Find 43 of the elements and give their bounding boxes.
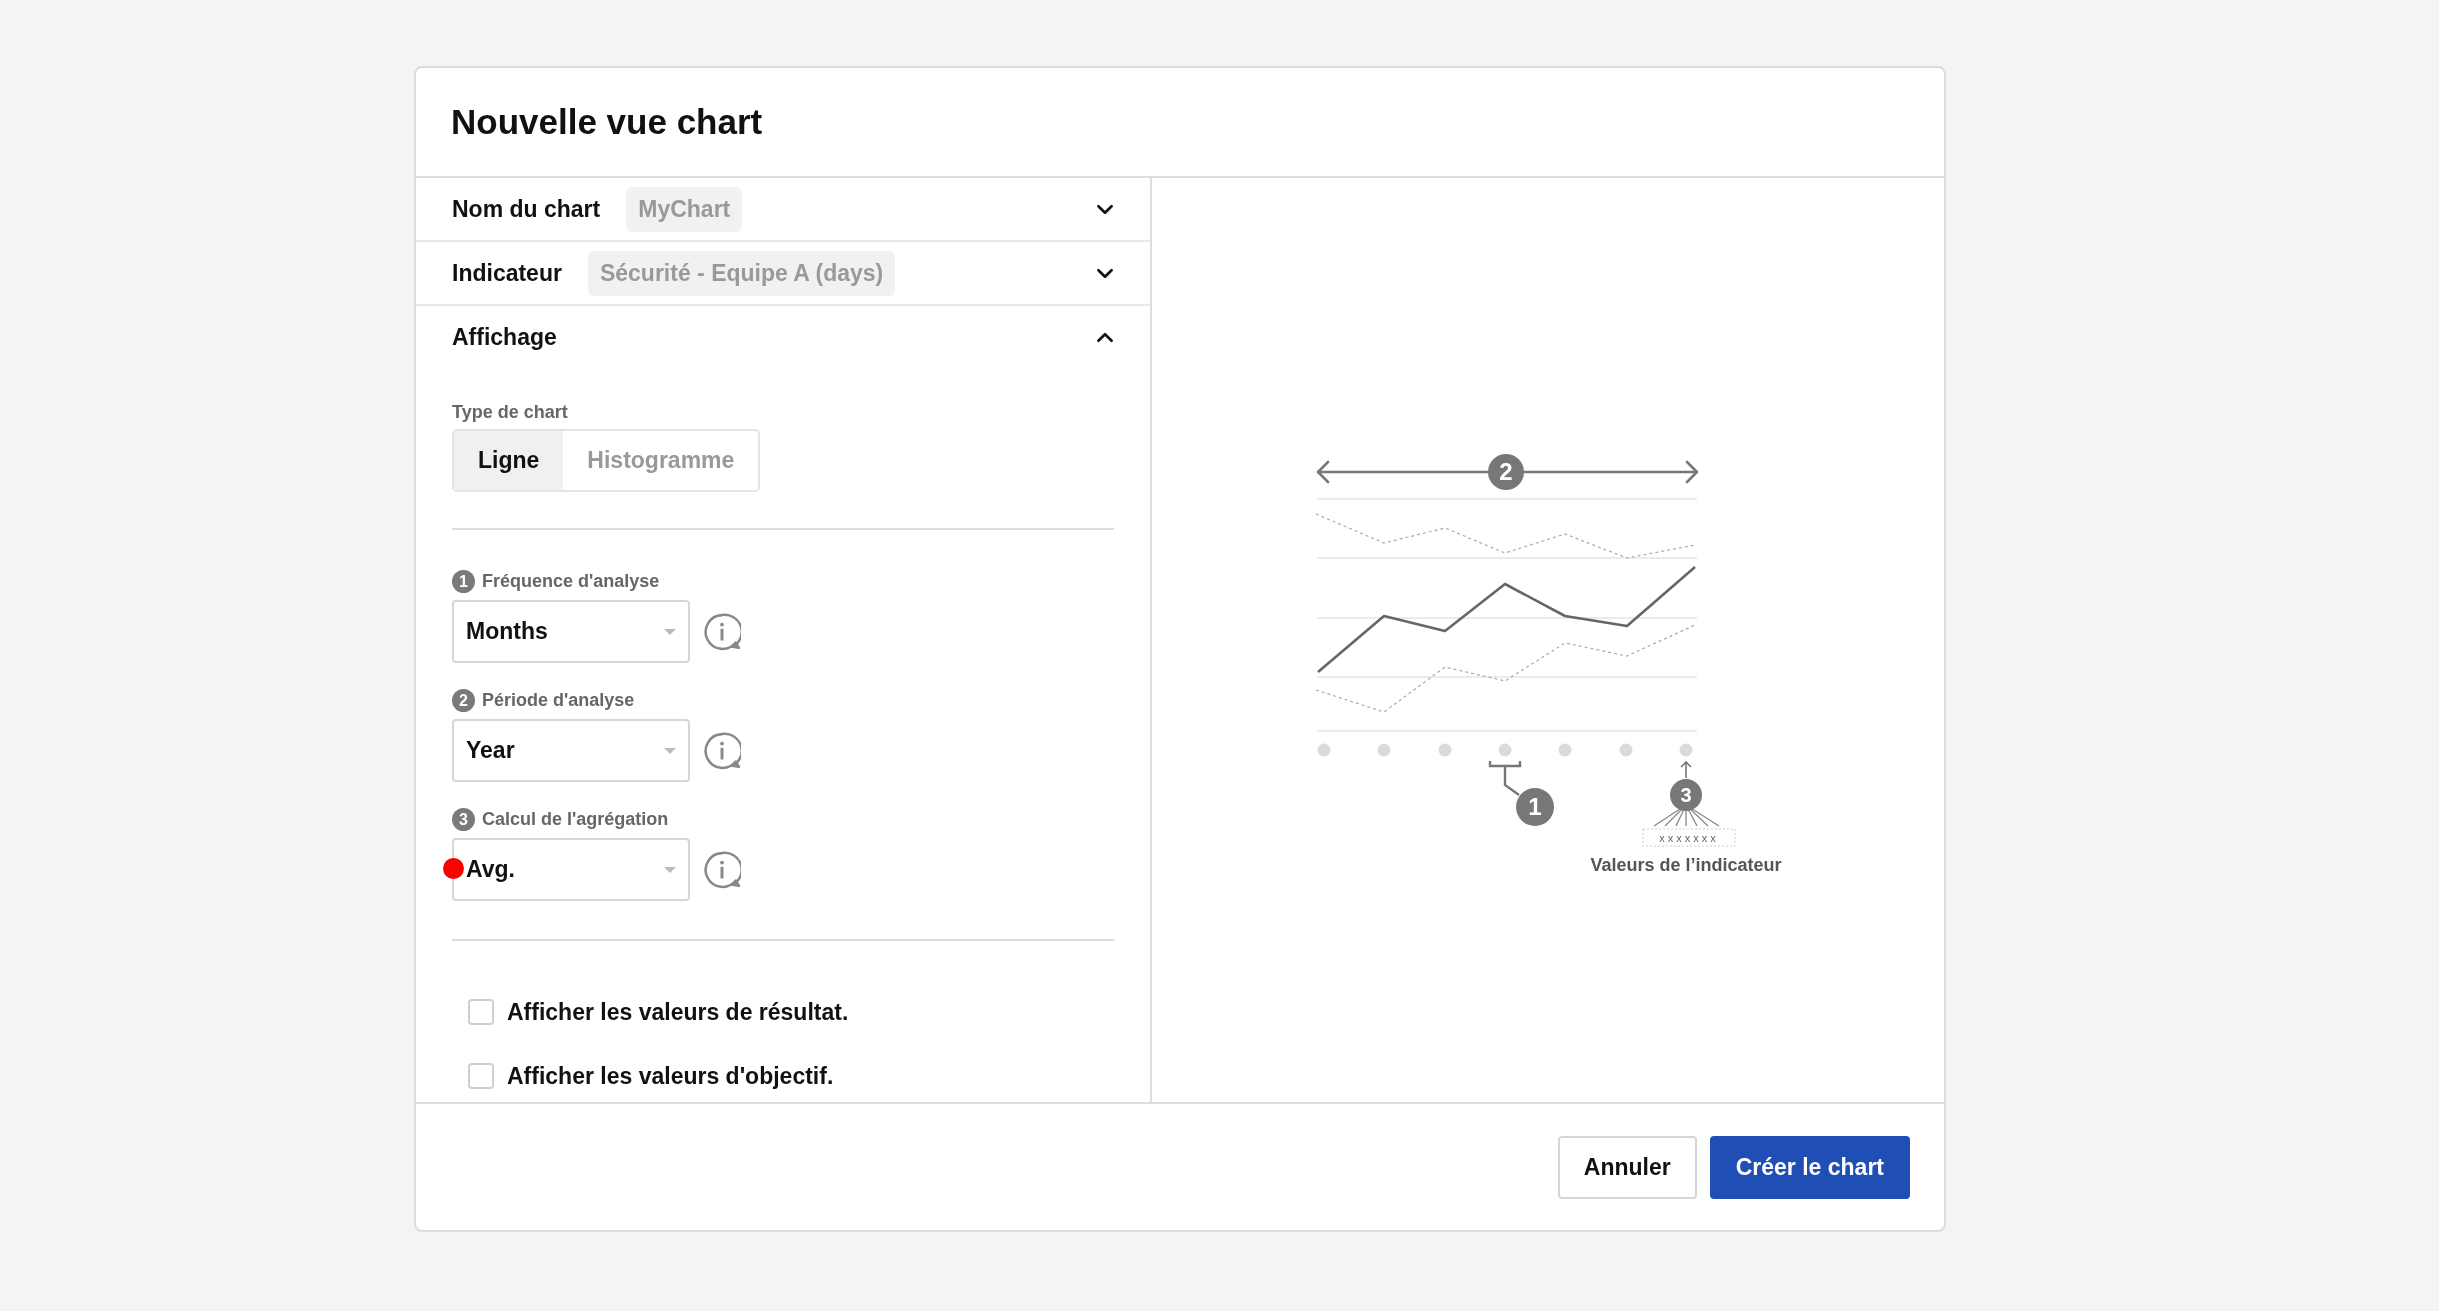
chart-type-tab[interactable]: Ligne (454, 431, 564, 490)
dropdown-field[interactable]: Avg. (452, 838, 690, 901)
checkbox[interactable] (468, 1063, 494, 1089)
section-header[interactable]: Nom du chart MyChart (416, 178, 1150, 242)
step-number-badge: 1 (452, 570, 475, 593)
dropdown-field[interactable]: Year (452, 719, 690, 782)
section-label: Affichage (452, 323, 557, 351)
step-number-badge: 2 (452, 689, 475, 712)
chevron-icon[interactable] (1096, 331, 1114, 343)
field-label: Fréquence d'analyse (482, 571, 660, 592)
value-chip: Sécurité - Equipe A (days) (587, 250, 896, 296)
create-button[interactable]: Créer le chart (1709, 1135, 1910, 1199)
field-label: Période d'analyse (482, 690, 635, 711)
chevron-icon[interactable] (1096, 203, 1114, 215)
section-header[interactable]: Affichage (416, 306, 1150, 368)
bracket-connector (1488, 759, 1522, 797)
dropdown-field[interactable]: Months (452, 600, 690, 663)
dialog-title: Nouvelle vue chart (451, 102, 763, 142)
field-label: Calcul de l'agrégation (482, 809, 669, 830)
info-icon[interactable] (703, 850, 741, 889)
section-label: Indicateur (452, 259, 562, 287)
number-badge: 1 (1516, 788, 1554, 826)
value-chip: MyChart (626, 186, 743, 232)
section-label: Nom du chart (452, 195, 601, 223)
caret-icon (664, 628, 676, 635)
field-label: Type de chart (452, 402, 569, 423)
chevron-icon[interactable] (1096, 267, 1114, 279)
step-number-badge: 3 (452, 808, 475, 831)
caret-icon (664, 866, 676, 873)
number-badge: 3 (1670, 779, 1702, 811)
checkbox-label: Afficher les valeurs de résultat. (507, 998, 849, 1026)
illustration-caption: Valeurs de l’indicateur (1590, 855, 1782, 875)
arrow (1680, 760, 1692, 779)
checkbox[interactable] (468, 999, 494, 1025)
value-marks: xxxxxxx (1642, 828, 1736, 847)
number-badge: 2 (1488, 454, 1524, 490)
info-icon[interactable] (703, 731, 741, 770)
info-icon[interactable] (703, 612, 741, 651)
checkbox-label: Afficher les valeurs d'objectif. (507, 1062, 834, 1090)
marker-dot (443, 858, 464, 879)
section-header[interactable]: Indicateur Sécurité - Equipe A (days) (416, 242, 1150, 306)
cancel-button[interactable]: Annuler (1557, 1135, 1697, 1199)
caret-icon (664, 747, 676, 754)
